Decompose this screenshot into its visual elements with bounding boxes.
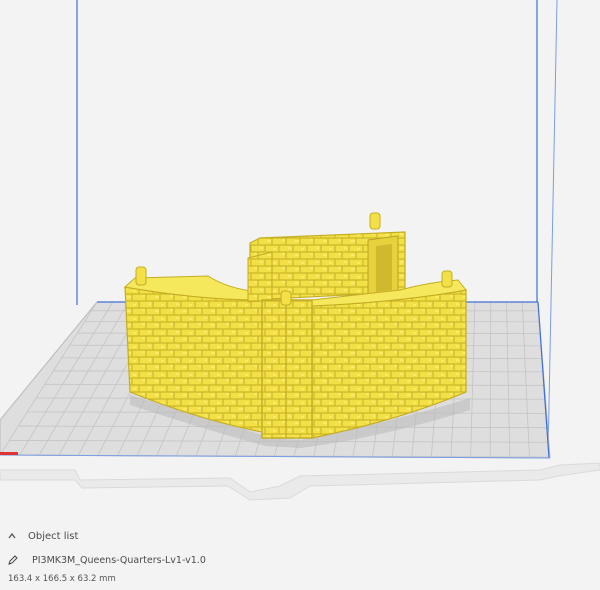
- pillar-left: [135, 266, 147, 286]
- pillar-front: [280, 290, 292, 306]
- object-list-header[interactable]: Object list: [8, 528, 78, 544]
- object-list-panel: Object list PI3MK3M_Queens-Quarters-Lv1-…: [0, 520, 600, 590]
- object-name: PI3MK3M_Queens-Quarters-Lv1-v1.0: [32, 554, 206, 566]
- chevron-up-icon[interactable]: [8, 532, 16, 540]
- build-volume-edge-far: [547, 0, 558, 456]
- 3d-viewport[interactable]: [0, 0, 600, 520]
- object-list-label: Object list: [28, 530, 79, 542]
- doorway-opening: [376, 244, 392, 292]
- pillar-right: [441, 270, 453, 288]
- viewport-canvas[interactable]: [0, 0, 600, 520]
- pillar-top: [369, 212, 381, 230]
- inner-wall: [247, 251, 273, 303]
- front-corner: [261, 299, 313, 439]
- object-dimensions: 163.4 x 166.5 x 63.2 mm: [8, 574, 116, 584]
- object-list-item[interactable]: PI3MK3M_Queens-Quarters-Lv1-v1.0: [8, 552, 206, 568]
- plate-base-ghost: [0, 462, 600, 501]
- 3d-model[interactable]: [123, 212, 467, 439]
- x-axis-indicator: [0, 452, 18, 455]
- pencil-icon[interactable]: [8, 555, 18, 565]
